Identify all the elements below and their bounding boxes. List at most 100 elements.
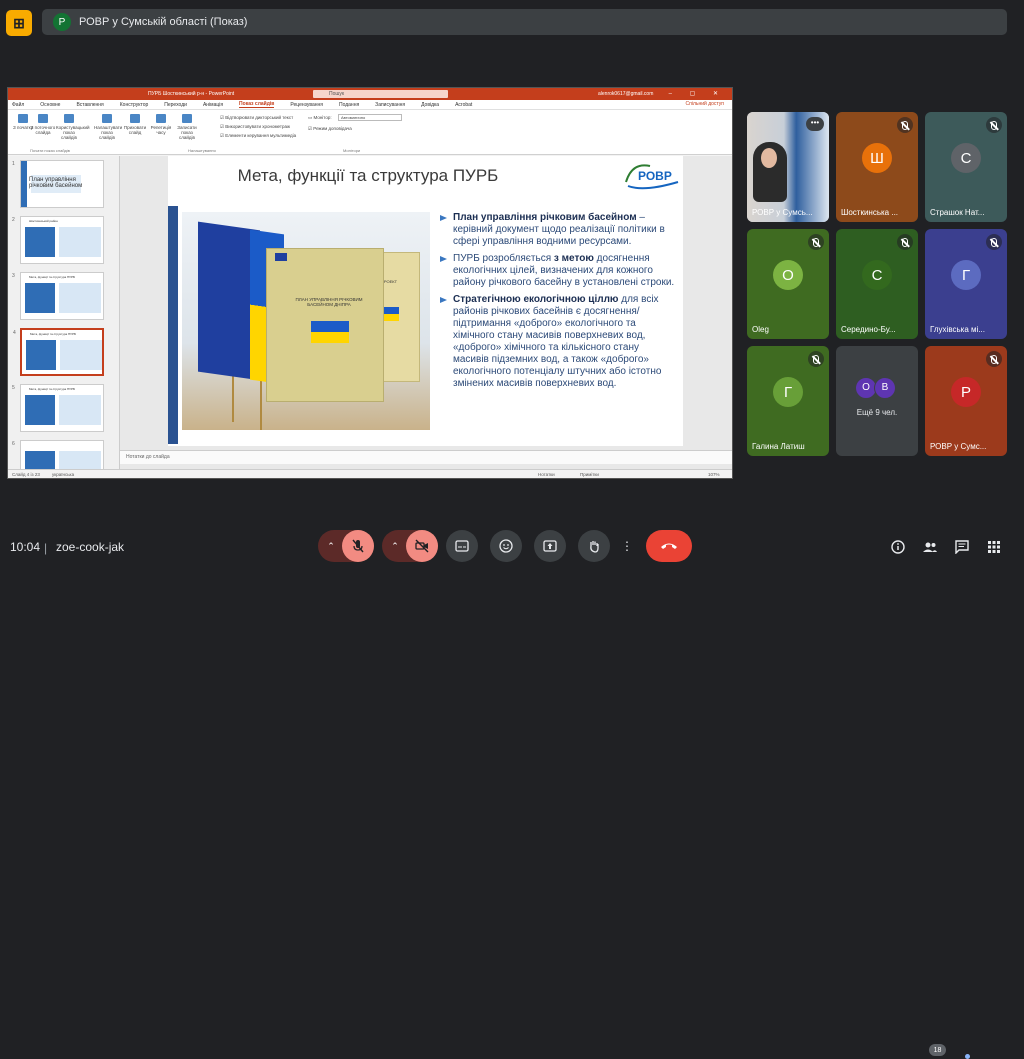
ribbon-check-narration[interactable]: ☑ Відтворювати дикторський текст <box>220 115 293 121</box>
current-slide: Мета, функції та структура ПУРБ РОВР ПРО… <box>168 156 683 446</box>
ppt-menu-bar: Файл Основне Вставлення Конструктор Переходи… <box>8 100 732 110</box>
thumbnail-graphic <box>21 161 27 207</box>
ppt-menu-item[interactable]: Конструктор <box>120 102 149 108</box>
status-notes-button[interactable]: Нотатки <box>538 472 555 477</box>
chat-icon[interactable] <box>953 538 971 556</box>
meet-logo-icon[interactable]: ⊞ <box>6 10 32 36</box>
thumbnail-graphic <box>25 227 55 257</box>
slide-bullets: План управління річковим басейном – кері… <box>440 212 676 395</box>
camera-off-icon[interactable] <box>406 530 438 562</box>
ppt-menu-item[interactable]: Acrobat <box>455 102 472 108</box>
ppt-search-input[interactable]: Пошук <box>313 90 448 98</box>
ppt-menu-item[interactable]: Файл <box>12 102 24 108</box>
ribbon-button-label: Налаштувати показ слайдів <box>94 125 123 140</box>
mic-off-icon[interactable] <box>342 530 374 562</box>
participant-name: Oleg <box>752 325 769 334</box>
thumbnail-graphic <box>59 283 101 313</box>
ribbon-button-label: Репетиція часу <box>150 125 172 135</box>
participant-tile[interactable]: Ш Шосткинська ... <box>836 112 918 222</box>
participant-tile[interactable]: Г Глухівська мі... <box>925 229 1007 339</box>
thumbnail-number: 3 <box>12 273 15 279</box>
info-icon[interactable] <box>889 538 907 556</box>
ribbon-group-label: Налаштування <box>188 148 216 153</box>
book-caption: ПЛАН УПРАВЛІННЯ РІЧКОВИМ БАСЕЙНОМ ДНІПРА <box>295 297 363 307</box>
status-comments-button[interactable]: Примітки <box>580 472 599 477</box>
raise-hand-icon[interactable] <box>578 530 610 562</box>
more-vert-icon[interactable]: ⋮ <box>614 530 640 562</box>
thumbnail-graphic <box>25 283 55 313</box>
present-icon[interactable] <box>534 530 566 562</box>
ribbon-button-label: Користувацький показ слайдів <box>56 125 90 140</box>
slide-title: Мета, функції та структура ПУРБ <box>237 166 499 185</box>
participant-tile[interactable]: ••• РОВР у Сумсь... <box>747 112 829 222</box>
ribbon-button[interactable]: Репетиція часу <box>148 114 174 135</box>
slide-thumbnail[interactable]: 4 Мета, функції та структура ПУРБ <box>13 328 104 376</box>
avatar: Г <box>951 260 981 291</box>
ribbon-button[interactable]: Налаштувати показ слайдів <box>94 114 123 140</box>
ppt-menu-item[interactable]: Записування <box>375 102 405 108</box>
ribbon-group-label: Монітори <box>343 148 361 153</box>
mic-off-icon <box>897 234 913 250</box>
ribbon-monitor-label: ▭ Монітор: <box>308 115 332 120</box>
ppt-menu-item[interactable]: Рецензування <box>290 102 323 108</box>
slideshow-icon <box>38 114 48 123</box>
participant-tile[interactable]: О Oleg <box>747 229 829 339</box>
ribbon-button[interactable]: Користувацький показ слайдів <box>56 114 90 140</box>
more-participants-tile[interactable]: О В Ещё 9 чел. <box>836 346 918 456</box>
avatar: О <box>773 260 803 291</box>
slideshow-icon <box>102 114 112 123</box>
ppt-menu-item[interactable]: Вставлення <box>76 102 103 108</box>
thumbnail-title: Мета, функції та структура ПУРБ <box>29 275 76 279</box>
ribbon-group-label: Почати показ слайдів <box>30 148 70 153</box>
apps-icon[interactable] <box>985 538 1003 556</box>
ppt-menu-item[interactable]: Показ слайдів <box>239 101 275 108</box>
tile-more-icon[interactable]: ••• <box>806 117 824 131</box>
slide-thumbnail[interactable]: 5 Мета, функції та структура ПУРБ <box>12 384 104 432</box>
participant-tile[interactable]: С Середино-Бу... <box>836 229 918 339</box>
end-call-icon[interactable] <box>646 530 692 562</box>
rovr-logo-icon: РОВР <box>624 160 682 194</box>
ribbon-check-timing[interactable]: ☑ Використовувати хронометраж <box>220 124 290 130</box>
participant-name: Середино-Бу... <box>841 325 896 334</box>
mic-off-glyph <box>991 354 997 364</box>
ribbon-button[interactable]: З поточного слайда <box>30 114 56 135</box>
ribbon-button[interactable]: Приховати слайд <box>122 114 148 135</box>
ppt-menu-item[interactable]: Подання <box>339 102 359 108</box>
ppt-window-controls[interactable]: – ▢ ✕ <box>669 90 726 97</box>
ppt-menu-item[interactable]: Довідка <box>421 102 439 108</box>
more-participants-label: Ещё 9 чел. <box>856 408 898 417</box>
mic-off-icon <box>986 117 1002 133</box>
clock: 10:04 <box>10 540 41 554</box>
meeting-title-bar: Р РОВР у Сумській області (Показ) <box>42 9 1007 35</box>
ppt-menu-item[interactable]: Основне <box>40 102 60 108</box>
ppt-menu-item[interactable]: Переходи <box>164 102 187 108</box>
slide-thumbnail[interactable]: 1 План управління річковим басейном <box>12 160 104 208</box>
document-cover: ПЛАН УПРАВЛІННЯ РІЧКОВИМ БАСЕЙНОМ ДНІПРА <box>266 248 384 402</box>
slide-thumbnail[interactable]: 3 Мета, функції та структура ПУРБ <box>12 272 104 320</box>
meeting-code: zoe-cook-jak <box>56 540 125 554</box>
logo-text: РОВР <box>638 169 672 183</box>
participant-tile[interactable]: С Страшок Нат... <box>925 112 1007 222</box>
participant-tile[interactable]: Р РОВР у Сумс... <box>925 346 1007 456</box>
captions-icon[interactable] <box>446 530 478 562</box>
participant-tile[interactable]: Г Галина Латиш <box>747 346 829 456</box>
slide-notes[interactable]: Нотатки до слайда <box>120 450 732 464</box>
ribbon-button-label: Приховати слайд <box>123 125 147 135</box>
camera-options-chevron-icon[interactable]: ⌃ <box>388 539 402 553</box>
ppt-status-bar: Слайд 4 із 23 українська Нотатки Примітк… <box>8 469 732 478</box>
mic-options-chevron-icon[interactable]: ⌃ <box>324 539 338 553</box>
ppt-menu-item[interactable]: Анімація <box>203 102 223 108</box>
people-icon[interactable] <box>921 538 939 556</box>
shared-presentation-window: ПУРБ Шосткинський р-н - PowerPoint Пошук… <box>7 87 733 479</box>
thumbnail-graphic <box>26 340 56 370</box>
ppt-body: 1 План управління річковим басейном 2 Шостк… <box>8 156 732 478</box>
slide-thumbnail[interactable]: 2 Шосткинський район <box>12 216 104 264</box>
ribbon-check-presenter[interactable]: ☑ Режим доповідача <box>308 126 352 132</box>
ribbon-check-media[interactable]: ☑ Елементи керування мультимедіа <box>220 133 296 139</box>
monitor-select[interactable]: Автоматично <box>338 114 402 121</box>
emoji-icon[interactable] <box>490 530 522 562</box>
meeting-title: РОВР у Сумській області (Показ) <box>79 16 248 28</box>
avatar: Г <box>773 377 803 408</box>
ribbon-button[interactable]: Записати показ слайдів <box>174 114 200 140</box>
ppt-share-button[interactable]: Спільний доступ <box>686 101 724 107</box>
